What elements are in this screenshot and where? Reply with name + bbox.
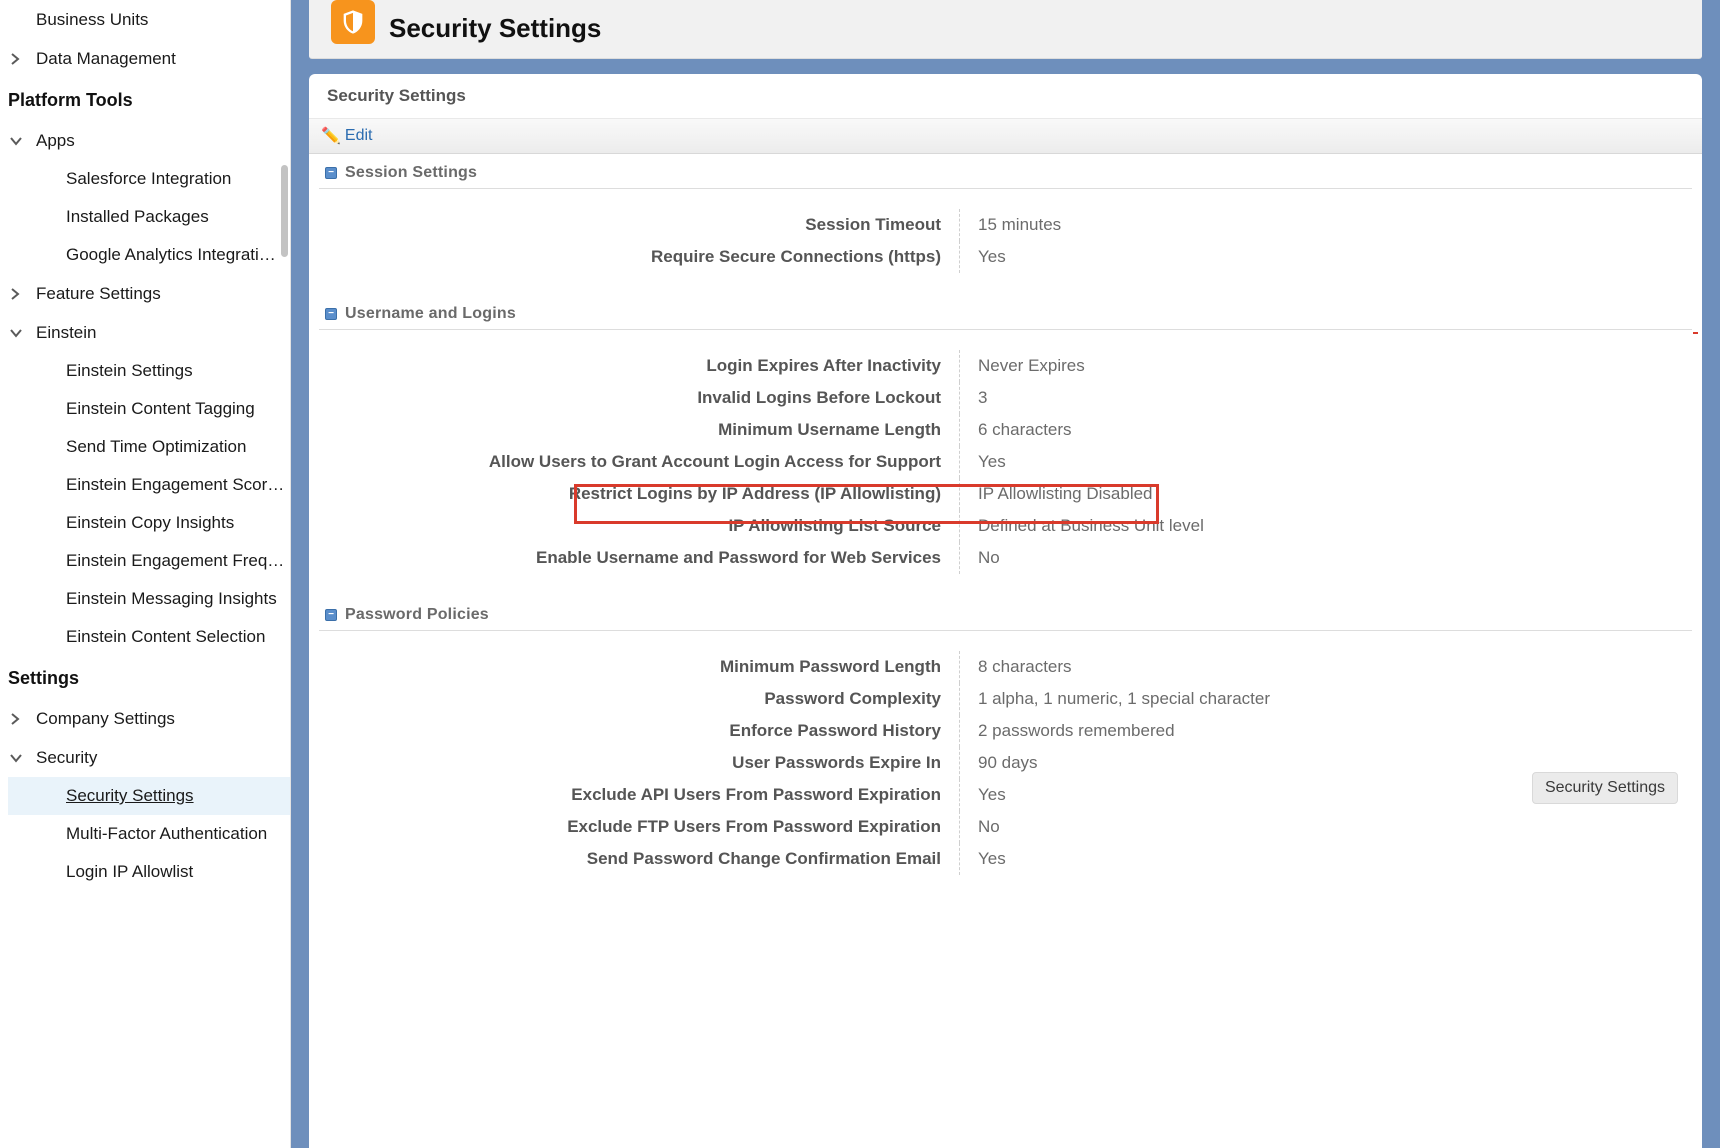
section-title: Password Policies [345, 606, 489, 624]
sidebar-subitem-einstein-engagement-scoring[interactable]: Einstein Engagement Scor… [8, 466, 290, 504]
collapse-icon: − [325, 167, 337, 179]
sidebar-subitem-einstein-content-tagging[interactable]: Einstein Content Tagging [8, 390, 290, 428]
row-value: 6 characters [959, 414, 1692, 446]
sidebar-subitem-send-time-optimization[interactable]: Send Time Optimization [8, 428, 290, 466]
sidebar-subitem-mfa[interactable]: Multi-Factor Authentication [8, 815, 290, 853]
row-label: Require Secure Connections (https) [319, 241, 959, 273]
chevron-down-icon [8, 753, 36, 763]
sidebar-item-feature-settings[interactable]: Feature Settings [8, 274, 290, 313]
edit-toolbar: ✏️ Edit [309, 119, 1702, 154]
row-value: Yes [959, 843, 1692, 875]
row-label: IP Allowlisting List Source [319, 510, 959, 542]
sidebar-item-label: Business Units [36, 10, 148, 30]
row-label: Session Timeout [319, 209, 959, 241]
row-label: Send Password Change Confirmation Email [319, 843, 959, 875]
section-session-settings: − Session Settings Session Timeout 15 mi… [309, 154, 1702, 295]
section-header[interactable]: − Username and Logins [319, 295, 1692, 330]
section-title: Username and Logins [345, 305, 516, 323]
chevron-down-icon [8, 328, 36, 338]
sidebar-item-einstein[interactable]: Einstein [8, 313, 290, 352]
row-label: Exclude API Users From Password Expirati… [319, 779, 959, 811]
page-title: Security Settings [389, 13, 601, 44]
row-label: Allow Users to Grant Account Login Acces… [319, 446, 959, 478]
password-grid: Minimum Password Length 8 characters Pas… [319, 631, 1692, 897]
sidebar-subitem-einstein-settings[interactable]: Einstein Settings [8, 352, 290, 390]
row-value-restrict-ip: IP Allowlisting Disabled [959, 478, 1692, 510]
sidebar-item-label: Data Management [36, 49, 176, 69]
section-password-policies: − Password Policies Minimum Password Len… [309, 596, 1702, 897]
sidebar-item-data-management[interactable]: Data Management [8, 39, 290, 78]
row-value: 2 passwords remembered [959, 715, 1692, 747]
sidebar-subitem-login-ip-allowlist[interactable]: Login IP Allowlist [8, 853, 290, 891]
sidebar-subitem-einstein-copy-insights[interactable]: Einstein Copy Insights [8, 504, 290, 542]
row-label-restrict-ip: Restrict Logins by IP Address (IP Allowl… [319, 478, 959, 510]
row-value: No [959, 542, 1692, 574]
sidebar-subitem-installed-packages[interactable]: Installed Packages [8, 198, 290, 236]
row-label: User Passwords Expire In [319, 747, 959, 779]
page-header: Security Settings [309, 0, 1702, 59]
sidebar-subitem-google-analytics[interactable]: Google Analytics Integrati… [8, 236, 290, 274]
sidebar-item-apps[interactable]: Apps [8, 121, 290, 160]
edit-link[interactable]: Edit [345, 127, 373, 145]
pencil-icon: ✏️ [321, 126, 341, 146]
sidebar-item-company-settings[interactable]: Company Settings [8, 699, 290, 738]
scrollbar-thumb[interactable] [281, 165, 288, 257]
sidebar-section-settings: Settings [8, 656, 290, 699]
row-label: Minimum Username Length [319, 414, 959, 446]
section-title: Session Settings [345, 164, 477, 182]
row-label: Password Complexity [319, 683, 959, 715]
session-grid: Session Timeout 15 minutes Require Secur… [319, 189, 1692, 295]
row-value: Yes [959, 241, 1692, 273]
sidebar-item-label: Feature Settings [36, 284, 161, 304]
sidebar-item-label: Security [36, 748, 97, 768]
row-value: No [959, 811, 1692, 843]
shield-icon [331, 0, 375, 44]
sidebar-subitem-salesforce-integration[interactable]: Salesforce Integration [8, 160, 290, 198]
section-header[interactable]: − Password Policies [319, 596, 1692, 631]
content-wrap: Security Settings ✏️ Edit − Session Sett… [291, 59, 1720, 1148]
chevron-down-icon [8, 136, 36, 146]
annotation-mark [1693, 332, 1698, 334]
row-label: Exclude FTP Users From Password Expirati… [319, 811, 959, 843]
sidebar-item-label: Einstein [36, 323, 96, 343]
chevron-right-icon [8, 288, 36, 300]
section-header[interactable]: − Session Settings [319, 154, 1692, 189]
collapse-icon: − [325, 609, 337, 621]
row-value: Yes [959, 446, 1692, 478]
row-value: 15 minutes [959, 209, 1692, 241]
row-value: 8 characters [959, 651, 1692, 683]
sidebar-item-business-units[interactable]: Business Units [8, 0, 290, 39]
sidebar-item-label: Apps [36, 131, 75, 151]
row-value: Never Expires [959, 350, 1692, 382]
section-username-logins: − Username and Logins Login Expires Afte… [309, 295, 1702, 596]
row-label: Login Expires After Inactivity [319, 350, 959, 382]
row-label: Invalid Logins Before Lockout [319, 382, 959, 414]
card-title: Security Settings [309, 74, 1702, 119]
sidebar-section-platform-tools: Platform Tools [8, 78, 290, 121]
chevron-right-icon [8, 713, 36, 725]
row-value: Defined at Business Unit level [959, 510, 1692, 542]
sidebar-subitem-einstein-content-selection[interactable]: Einstein Content Selection [8, 618, 290, 656]
main-content: Security Settings Security Settings ✏️ E… [290, 0, 1720, 1148]
row-label: Enforce Password History [319, 715, 959, 747]
sidebar-subitem-einstein-engagement-frequency[interactable]: Einstein Engagement Freq… [8, 542, 290, 580]
username-grid: Login Expires After Inactivity Never Exp… [319, 330, 1692, 596]
settings-card: Security Settings ✏️ Edit − Session Sett… [309, 74, 1702, 1148]
row-value: 1 alpha, 1 numeric, 1 special character [959, 683, 1692, 715]
chevron-right-icon [8, 53, 36, 65]
collapse-icon: − [325, 308, 337, 320]
row-label: Enable Username and Password for Web Ser… [319, 542, 959, 574]
row-value: 3 [959, 382, 1692, 414]
sidebar-item-security[interactable]: Security [8, 738, 290, 777]
row-label: Minimum Password Length [319, 651, 959, 683]
sidebar: Business Units Data Management Platform … [0, 0, 290, 1148]
sidebar-subitem-einstein-messaging-insights[interactable]: Einstein Messaging Insights [8, 580, 290, 618]
sidebar-subitem-security-settings[interactable]: Security Settings [8, 777, 290, 815]
sidebar-item-label: Company Settings [36, 709, 175, 729]
tooltip: Security Settings [1532, 772, 1678, 804]
